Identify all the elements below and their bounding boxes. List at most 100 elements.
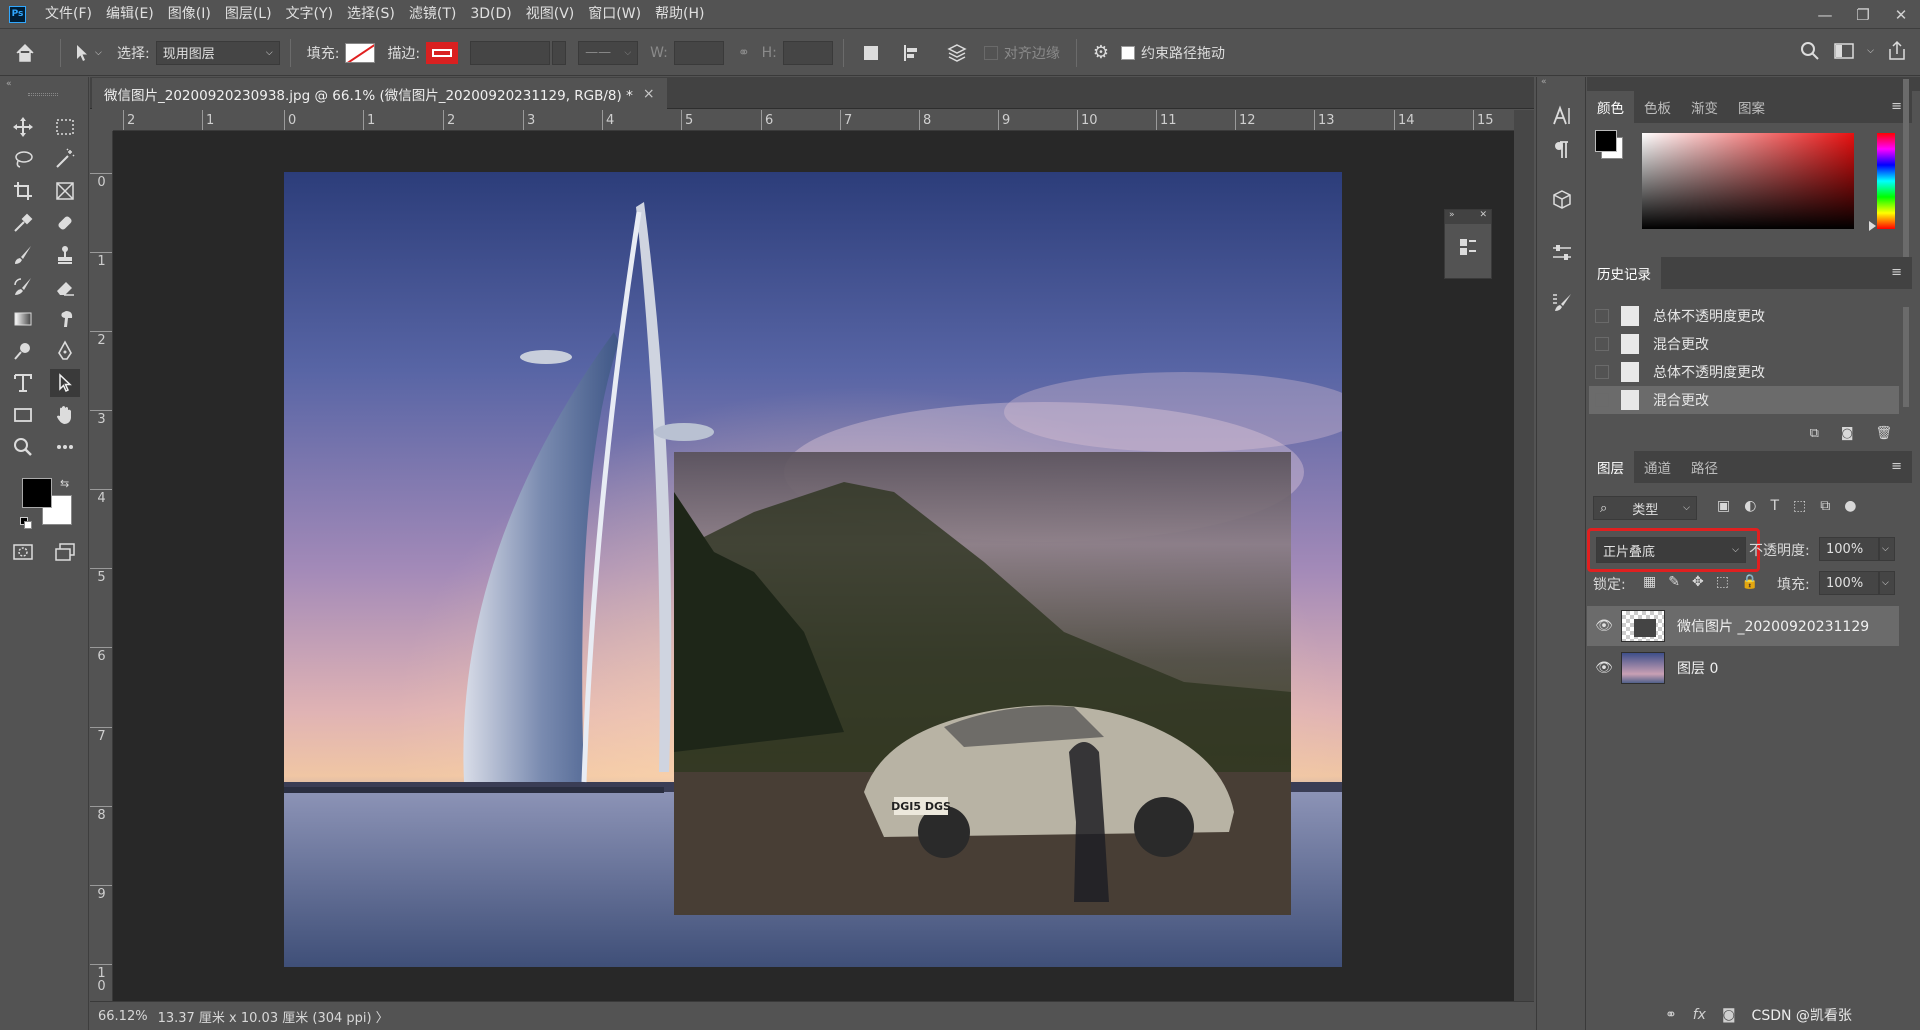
hue-slider[interactable] (1877, 133, 1895, 229)
screen-mode-icon[interactable] (50, 538, 80, 566)
eye-icon[interactable]: 👁 (1587, 660, 1621, 676)
menu-3d[interactable]: 3D(D) (463, 0, 518, 29)
clone-stamp-icon[interactable] (50, 241, 80, 269)
dodge-tool-icon[interactable] (8, 337, 38, 365)
3d-panel-icon[interactable] (1549, 187, 1575, 213)
history-checkbox[interactable] (1595, 393, 1609, 407)
color-picker-field[interactable] (1642, 133, 1854, 229)
collapse-icon[interactable]: « (1541, 77, 1547, 87)
tab-color[interactable]: 颜色 (1587, 91, 1634, 123)
lock-position-icon[interactable]: ✥ (1692, 574, 1704, 590)
more-tools-icon[interactable] (50, 433, 80, 461)
crop-tool-icon[interactable] (8, 177, 38, 205)
gear-icon[interactable]: ⚙ (1093, 42, 1109, 63)
link-icon[interactable]: ⚭ (738, 45, 750, 61)
opacity-field[interactable]: 100% (1819, 537, 1879, 561)
path-alignment-icon[interactable] (888, 43, 934, 63)
magic-wand-icon[interactable] (50, 145, 80, 173)
fill-dropdown[interactable]: ⌵ (1879, 571, 1895, 595)
workspace-icon[interactable] (1833, 40, 1855, 62)
path-arrangement-icon[interactable] (934, 42, 980, 64)
brush-tool-icon[interactable] (8, 241, 38, 269)
zoom-tool-icon[interactable] (8, 433, 38, 461)
height-field[interactable] (782, 40, 833, 65)
vertical-ruler[interactable]: 0 1 2 3 4 5 6 7 8 9 1 0 (90, 131, 113, 1001)
horizontal-ruler[interactable]: 2 1 0 1 2 3 4 5 6 7 8 9 10 11 12 13 14 1… (113, 110, 1533, 131)
history-checkbox[interactable] (1595, 337, 1609, 351)
character-panel-icon[interactable] (1549, 103, 1575, 129)
menu-layer[interactable]: 图层(L) (218, 0, 279, 29)
history-item[interactable]: 混合更改 (1589, 330, 1899, 358)
menu-file[interactable]: 文件(F) (38, 0, 99, 29)
history-item[interactable]: 总体不透明度更改 (1589, 358, 1899, 386)
share-icon[interactable] (1886, 40, 1908, 62)
tab-patterns[interactable]: 图案 (1728, 91, 1775, 123)
menu-edit[interactable]: 编辑(E) (99, 0, 161, 29)
path-select-tool-preset-icon[interactable]: ⌵ (71, 42, 111, 64)
fx-icon[interactable]: fx (1693, 1007, 1706, 1023)
home-icon[interactable] (0, 42, 50, 64)
menu-image[interactable]: 图像(I) (161, 0, 218, 29)
smudge-tool-icon[interactable] (50, 305, 80, 333)
collapse-icon[interactable]: « (6, 79, 12, 89)
tab-swatches[interactable]: 色板 (1634, 91, 1681, 123)
menu-filter[interactable]: 滤镜(T) (402, 0, 463, 29)
filter-pixel-icon[interactable]: ▣ (1717, 498, 1730, 514)
color-fg-swatch[interactable] (1595, 130, 1617, 152)
marquee-tool-icon[interactable] (50, 113, 80, 141)
blend-mode-dropdown[interactable]: 正片叠底 ⌵ (1596, 537, 1746, 563)
paragraph-panel-icon[interactable] (1549, 137, 1575, 163)
stroke-type-dropdown[interactable]: —— ⌵ (578, 40, 639, 65)
close-tab-icon[interactable]: × (643, 86, 655, 102)
panel-menu-icon[interactable]: ≡ (1891, 459, 1902, 474)
quick-mask-icon[interactable] (8, 538, 38, 566)
frame-tool-icon[interactable] (50, 177, 80, 205)
layer-row-selected[interactable]: 👁 微信图片 _20200920231129 (1587, 606, 1899, 646)
path-operations-icon[interactable] (854, 45, 888, 60)
tab-gradients[interactable]: 渐变 (1681, 91, 1728, 123)
lock-artboard-icon[interactable]: ⬚ (1716, 574, 1729, 590)
lock-all-icon[interactable]: 🔒 (1741, 574, 1758, 590)
tab-history[interactable]: 历史记录 (1587, 257, 1661, 289)
status-menu-arrow[interactable]: 〉 (376, 1007, 389, 1026)
swap-colors-icon[interactable]: ⇆ (60, 477, 69, 490)
zoom-level[interactable]: 66.12% (98, 1009, 148, 1024)
menu-select[interactable]: 选择(S) (340, 0, 402, 29)
expand-icon[interactable]: » (1449, 210, 1455, 224)
lock-transparent-icon[interactable]: ▦ (1643, 574, 1656, 590)
history-checkbox[interactable] (1595, 365, 1609, 379)
width-field[interactable] (673, 40, 724, 65)
photoshop-logo[interactable]: Ps (9, 5, 26, 23)
panel-menu-icon[interactable]: ≡ (1891, 99, 1902, 114)
gradient-tool-icon[interactable] (8, 305, 38, 333)
filter-toggle-icon[interactable]: ● (1844, 498, 1856, 514)
hand-tool-icon[interactable] (50, 401, 80, 429)
panel-grip[interactable] (28, 93, 58, 96)
panel-menu-icon[interactable]: ≡ (1891, 265, 1902, 280)
properties-icon[interactable] (1445, 236, 1491, 258)
rectangle-tool-icon[interactable] (8, 401, 38, 429)
menu-view[interactable]: 视图(V) (519, 0, 582, 29)
tab-channels[interactable]: 通道 (1634, 451, 1681, 483)
eyedropper-icon[interactable] (8, 209, 38, 237)
opacity-dropdown[interactable]: ⌵ (1879, 537, 1895, 561)
new-document-from-state-icon[interactable]: ⧉ (1810, 426, 1819, 441)
history-item-selected[interactable]: 混合更改 (1589, 386, 1899, 414)
stroke-width-dropdown[interactable] (552, 40, 567, 65)
adjustments-panel-icon[interactable] (1549, 240, 1575, 266)
history-scrollbar[interactable] (1903, 307, 1909, 407)
default-colors-icon[interactable] (20, 517, 32, 529)
eraser-icon[interactable] (50, 273, 80, 301)
document-tab[interactable]: 微信图片_20200920230938.jpg @ 66.1% (微信图片_20… (92, 78, 667, 109)
restore-button[interactable]: ❐ (1844, 0, 1882, 29)
filter-shape-icon[interactable]: ⬚ (1793, 498, 1806, 514)
ruler-corner[interactable] (90, 110, 113, 131)
link-layers-icon[interactable]: ⚭ (1665, 1007, 1677, 1023)
history-item[interactable]: 总体不透明度更改 (1589, 302, 1899, 330)
filter-adjustment-icon[interactable]: ◐ (1744, 498, 1756, 514)
close-icon[interactable]: ✕ (1479, 210, 1487, 224)
stroke-swatch[interactable] (426, 41, 459, 64)
move-tool-icon[interactable] (8, 113, 38, 141)
menu-window[interactable]: 窗口(W) (581, 0, 648, 29)
minimize-button[interactable]: — (1806, 0, 1844, 29)
